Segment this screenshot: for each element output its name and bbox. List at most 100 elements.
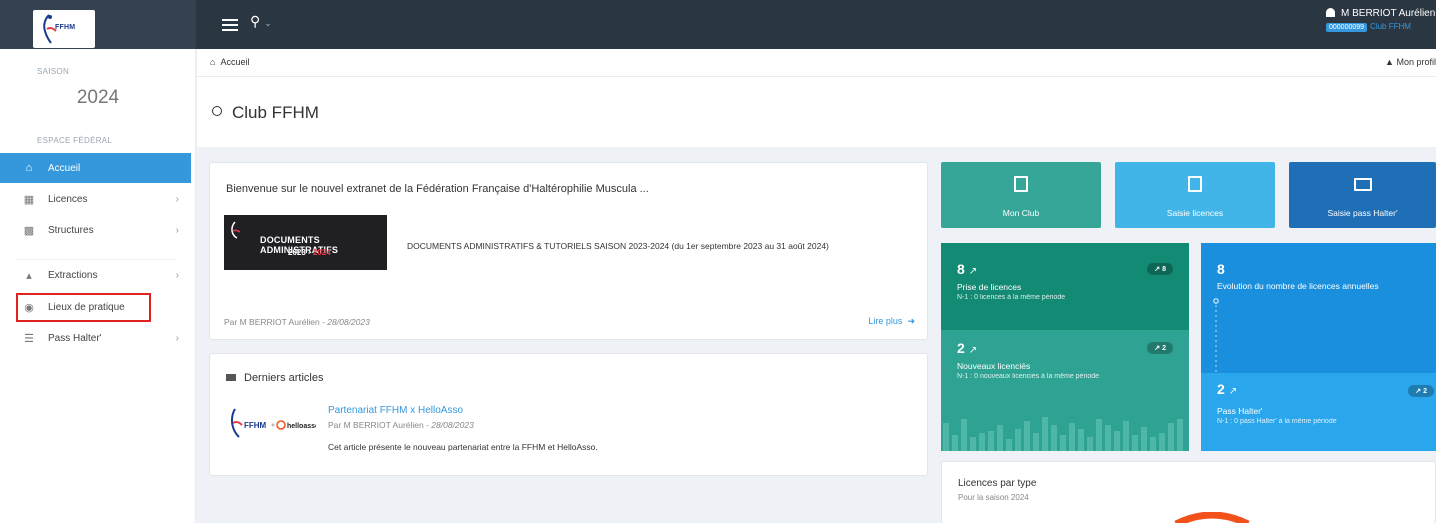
sparkline-bars bbox=[943, 417, 1183, 451]
licences-par-type-card: Licences par type Pour la saison 2024 bbox=[941, 461, 1436, 523]
stat-label: Pass Halter' bbox=[1217, 406, 1263, 416]
article-meta: Par M BERRIOT Aurélien - 28/08/2023 bbox=[328, 420, 474, 430]
banner-year-b: 2024 bbox=[312, 248, 331, 257]
documents-description: DOCUMENTS ADMINISTRATIFS & TUTORIELS SAI… bbox=[407, 241, 829, 251]
trend-badge: ↗ 2 bbox=[1408, 385, 1434, 397]
article-description: Cet article présente le nouveau partenar… bbox=[328, 442, 598, 452]
circle-arrow-icon bbox=[212, 106, 222, 116]
tile-label: Mon Club bbox=[1002, 208, 1040, 218]
card-subtitle: Pour la saison 2024 bbox=[958, 493, 1029, 502]
user-icon: ▲ bbox=[1385, 57, 1394, 67]
home-icon: ⌂ bbox=[210, 57, 216, 67]
sidebar-item-pass-halter[interactable]: ☰ Pass Halter' › bbox=[0, 323, 191, 353]
card-title: Licences par type bbox=[958, 478, 1037, 489]
search-icon: ⚲ bbox=[250, 13, 261, 29]
season-year: 2024 bbox=[76, 87, 120, 108]
sidebar-item-label: Licences bbox=[48, 193, 88, 205]
article-date: 28/08/2023 bbox=[431, 420, 474, 430]
user-name: M BERRIOT Aurélien bbox=[1341, 8, 1436, 19]
ffhm-logo[interactable]: FFHM bbox=[33, 10, 95, 48]
season-label: SAISON bbox=[37, 67, 70, 76]
sidebar-item-extractions[interactable]: ▴ Extractions › bbox=[0, 260, 191, 290]
trend-up-icon: ↗ bbox=[968, 266, 978, 277]
tile-saisie-licences[interactable]: Saisie licences bbox=[1115, 162, 1275, 228]
sidebar: SAISON 2024 ESPACE FÉDÉRAL ⌂ Accueil ▦ L… bbox=[0, 49, 196, 523]
club-name: Club FFHM bbox=[1370, 22, 1411, 31]
building-icon bbox=[1014, 176, 1028, 192]
trend-badge: ↗ 2 bbox=[1147, 342, 1173, 354]
stat-label: Nouveaux licenciés bbox=[957, 361, 1031, 371]
logo-b-text: helloasso bbox=[287, 423, 316, 430]
sidebar-item-label: Extractions bbox=[48, 269, 98, 281]
stat-prise-licences: 8 ↗ ↗ 8 Prise de licences N-1 : 0 licence… bbox=[941, 243, 1189, 330]
sidebar-item-accueil[interactable]: ⌂ Accueil bbox=[0, 153, 191, 183]
page-header: Club FFHM bbox=[197, 77, 1436, 147]
top-navbar: FFHM ⚲ ⌄ M BERRIOT Aurélien 000000099 Club… bbox=[0, 0, 1436, 49]
stat-number: 8 bbox=[957, 261, 965, 277]
trend-badge: ↗ 8 bbox=[1147, 263, 1173, 275]
read-more-label: Lire plus bbox=[868, 316, 903, 326]
article-title-link[interactable]: Partenariat FFHM x HelloAsso bbox=[328, 405, 463, 416]
badge-value: 8 bbox=[1162, 266, 1166, 273]
post-author: Par M BERRIOT Aurélien - bbox=[224, 317, 328, 327]
stat-pass-halter: 2 ↗ ↗ 2 Pass Halter' N-1 : 0 pass Halter'… bbox=[1201, 373, 1436, 451]
breadcrumb-home[interactable]: ⌂ Accueil bbox=[210, 57, 249, 67]
stat-sub: N-1 : 0 licences à la même période bbox=[957, 294, 1066, 301]
export-icon: ▴ bbox=[26, 269, 32, 282]
logo-text: FFHM bbox=[55, 24, 76, 31]
user-menu[interactable]: M BERRIOT Aurélien 000000099 Club FFHM bbox=[1326, 8, 1436, 32]
card-icon: ▦ bbox=[23, 193, 35, 206]
tile-mon-club[interactable]: Mon Club bbox=[941, 162, 1101, 228]
search-toggle[interactable]: ⚲ ⌄ bbox=[250, 13, 272, 30]
stat-value: 2 ↗ bbox=[1217, 381, 1237, 397]
section-label: ESPACE FÉDÉRAL bbox=[37, 136, 113, 145]
profile-link[interactable]: ▲ Mon profil bbox=[1385, 57, 1436, 67]
stat-evolution-licences: 8 Evolution du nombre de licences annuel… bbox=[1201, 243, 1436, 373]
arrow-right-icon: ➜ bbox=[907, 316, 915, 326]
stat-value: 8 ↗ bbox=[957, 261, 977, 277]
tile-saisie-pass-halter[interactable]: Saisie pass Halter' bbox=[1289, 162, 1436, 228]
read-more-link[interactable]: Lire plus ➜ bbox=[868, 316, 915, 327]
weightlifter-icon bbox=[231, 221, 241, 239]
trend-up-icon: ↗ bbox=[1228, 386, 1238, 397]
tile-label: Saisie licences bbox=[1166, 208, 1224, 218]
trend-up-icon: ↗ bbox=[968, 345, 978, 356]
stat-nouveaux-licencies: 2 ↗ ↗ 2 Nouveaux licenciés N-1 : 0 nouvea… bbox=[941, 330, 1189, 451]
id-card-icon bbox=[1353, 178, 1372, 191]
stat-sub: N-1 : 0 nouveaux licenciés à la même pér… bbox=[957, 373, 1100, 380]
logo-area: FFHM bbox=[0, 0, 196, 49]
article-author: Par M BERRIOT Aurélien - bbox=[328, 420, 432, 430]
articles-heading-label: Derniers articles bbox=[244, 372, 324, 384]
welcome-title: Bienvenue sur le nouvel extranet de la F… bbox=[226, 183, 649, 195]
page-title-text: Club FFHM bbox=[232, 103, 319, 122]
banner-year-a: 2023 bbox=[288, 248, 306, 257]
home-icon: ⌂ bbox=[25, 162, 33, 174]
breadcrumb: ⌂ Accueil ▲ Mon profil bbox=[197, 49, 1436, 77]
badge-value: 2 bbox=[1162, 345, 1166, 352]
chevron-right-icon: › bbox=[175, 269, 179, 281]
stat-number: 2 bbox=[1217, 381, 1225, 397]
documents-banner-image[interactable]: DOCUMENTS ADMINISTRATIFS 2023 - 2024 bbox=[224, 215, 387, 270]
breadcrumb-home-label: Accueil bbox=[220, 57, 250, 67]
sidebar-item-licences[interactable]: ▦ Licences › bbox=[0, 184, 191, 214]
post-date: 28/08/2023 bbox=[327, 317, 370, 327]
tile-label: Saisie pass Halter' bbox=[1327, 208, 1398, 218]
chevron-right-icon: › bbox=[175, 224, 179, 236]
logo-a-text: FFHM bbox=[244, 421, 267, 430]
articles-heading: Derniers articles bbox=[226, 372, 323, 384]
donut-chart-edge bbox=[1174, 512, 1250, 523]
chevron-down-icon: ⌄ bbox=[264, 18, 272, 28]
highlight-box bbox=[16, 293, 151, 322]
banner-sep: - bbox=[305, 248, 313, 257]
building-icon: ▩ bbox=[23, 224, 35, 237]
chevron-right-icon: › bbox=[175, 332, 179, 344]
badge-value: 2 bbox=[1423, 388, 1427, 395]
stat-number: 2 bbox=[957, 340, 965, 356]
sidebar-item-structures[interactable]: ▩ Structures › bbox=[0, 215, 191, 245]
post-meta: Par M BERRIOT Aurélien - 28/08/2023 bbox=[224, 317, 370, 327]
user-icon bbox=[1326, 8, 1335, 17]
welcome-card: Bienvenue sur le nouvel extranet de la F… bbox=[209, 162, 928, 340]
hamburger-menu-icon[interactable] bbox=[222, 16, 238, 32]
stat-value: 8 bbox=[1217, 261, 1225, 277]
article-logo[interactable]: FFHM helloasso bbox=[226, 406, 319, 440]
